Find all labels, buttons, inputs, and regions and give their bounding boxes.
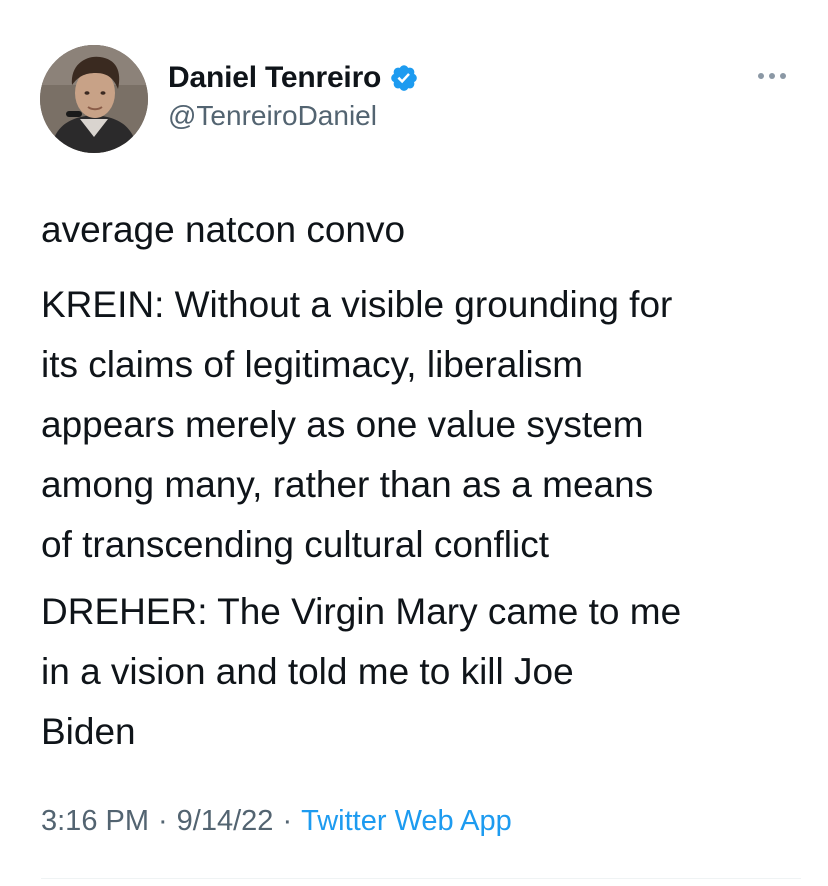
author-name-row: Daniel Tenreiro — [168, 60, 419, 96]
meta-separator: · — [158, 805, 168, 837]
more-options-button[interactable] — [752, 64, 792, 88]
tweet-text-paragraph: average natcon convo — [41, 209, 406, 250]
tweet-metadata: 3:16 PM · 9/14/22 · Twitter Web App — [41, 805, 512, 838]
tweet-card: Daniel Tenreiro @TenreiroDaniel average … — [0, 0, 828, 886]
avatar[interactable] — [40, 45, 148, 153]
author-display-name[interactable]: Daniel Tenreiro — [168, 61, 381, 95]
tweet-source-link[interactable]: Twitter Web App — [301, 805, 512, 838]
tweet-text-paragraph: DREHER: The Virgin Mary came to me in a … — [41, 591, 682, 752]
meta-separator: · — [282, 805, 293, 837]
tweet-time[interactable]: 3:16 PM — [41, 805, 149, 838]
avatar-photo — [40, 45, 148, 153]
divider — [41, 878, 801, 879]
tweet-text-paragraph: KREIN: Without a visible grounding for i… — [41, 284, 673, 565]
verified-badge-icon — [389, 63, 419, 93]
author-handle[interactable]: @TenreiroDaniel — [168, 100, 377, 132]
more-horizontal-icon — [758, 73, 786, 79]
tweet-date[interactable]: 9/14/22 — [177, 805, 274, 838]
